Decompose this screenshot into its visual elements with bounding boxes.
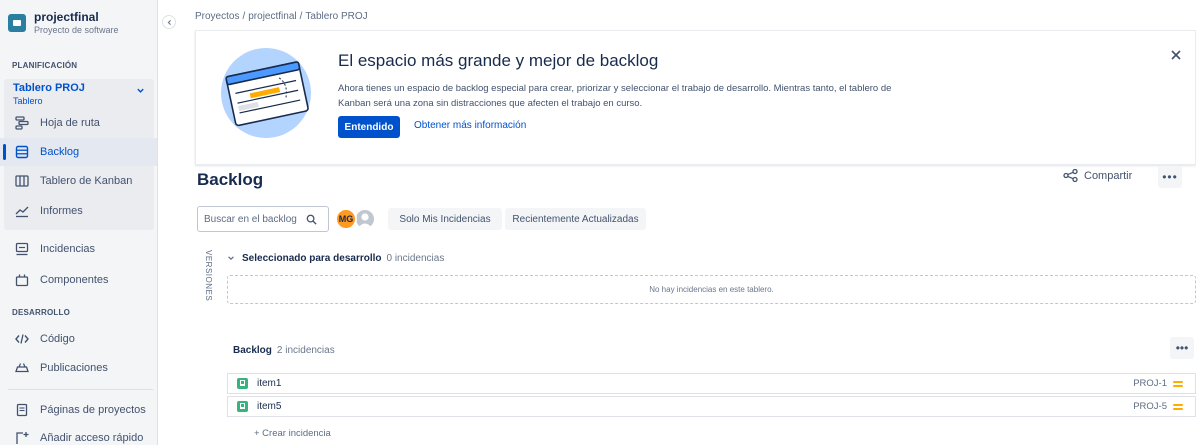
issue-key[interactable]: PROJ-5	[1133, 401, 1167, 412]
search-input[interactable]	[204, 213, 306, 225]
got-it-button[interactable]: Entendido	[338, 116, 400, 138]
sidebar-item-reports[interactable]: Informes	[0, 197, 157, 225]
page-title: Backlog	[197, 170, 264, 189]
table-row[interactable]: item5 PROJ-5	[227, 396, 1196, 417]
sidebar-item-label: Páginas de proyectos	[40, 404, 146, 416]
sidebar-item-label: Añadir acceso rápido	[40, 432, 144, 444]
sidebar-item-label: Publicaciones	[40, 362, 108, 374]
project-avatar-icon	[8, 14, 26, 32]
sidebar-item-project-pages[interactable]: Páginas de proyectos	[0, 396, 157, 424]
page-icon	[14, 402, 30, 418]
sidebar-item-label: Tablero de Kanban	[40, 175, 133, 187]
versions-panel-tab[interactable]: VERSIONES	[199, 250, 213, 310]
chevron-left-icon[interactable]	[162, 15, 176, 29]
board-selector[interactable]: Tablero PROJ Tablero	[4, 79, 154, 109]
releases-icon	[14, 360, 30, 376]
sidebar-item-label: Hoja de ruta	[40, 117, 100, 129]
backlog-more-button[interactable]: •••	[1170, 337, 1194, 359]
create-issue-button[interactable]: + Crear incidencia	[254, 428, 331, 439]
project-header[interactable]: projectfinal Proyecto de software	[8, 10, 153, 46]
board-subtitle: Tablero	[13, 96, 43, 106]
sidebar-item-add-shortcut[interactable]: Añadir acceso rápido	[0, 424, 157, 445]
issue-key[interactable]: PROJ-1	[1133, 378, 1167, 389]
issue-summary: item1	[257, 378, 282, 389]
story-icon	[237, 378, 248, 389]
kanban-icon	[14, 173, 30, 189]
learn-more-link[interactable]: Obtener más información	[414, 120, 526, 131]
recently-updated-filter[interactable]: Recientemente Actualizadas	[505, 208, 646, 230]
section-title: Seleccionado para desarrollo	[242, 253, 382, 264]
sidebar-item-components[interactable]: Componentes	[0, 266, 157, 294]
banner-title: El espacio más grande y mejor de backlog	[338, 51, 659, 70]
breadcrumb: Proyectos / projectfinal / Tablero PROJ	[195, 11, 368, 22]
sidebar-item-issues[interactable]: Incidencias	[0, 235, 157, 263]
only-my-issues-filter[interactable]: Solo Mis Incidencias	[388, 208, 502, 230]
sidebar-item-label: Informes	[40, 205, 83, 217]
share-label: Compartir	[1084, 169, 1133, 182]
components-icon	[14, 272, 30, 288]
planning-section-label: PLANIFICACIÓN	[12, 61, 78, 70]
sidebar-item-backlog[interactable]: Backlog	[0, 138, 157, 166]
banner-text: Ahora tienes un espacio de backlog espec…	[338, 83, 892, 109]
roadmap-icon	[14, 115, 30, 131]
table-row[interactable]: item1 PROJ-1	[227, 373, 1196, 394]
project-type: Proyecto de software	[34, 25, 119, 35]
chevron-down-icon	[136, 86, 145, 97]
breadcrumb-board[interactable]: Tablero PROJ	[305, 11, 367, 22]
breadcrumb-project[interactable]: projectfinal	[248, 11, 296, 22]
backlog-illustration-icon	[221, 48, 311, 138]
selected-for-development-header[interactable]: Seleccionado para desarrollo 0 incidenci…	[227, 253, 444, 264]
backlog-section-header: Backlog 2 incidencias	[233, 345, 335, 356]
sidebar-item-code[interactable]: Código	[0, 325, 157, 353]
section-title: Backlog	[233, 345, 272, 356]
board-name: Tablero PROJ	[13, 82, 85, 94]
add-shortcut-icon	[14, 430, 30, 445]
sidebar-item-label: Código	[40, 333, 75, 345]
story-icon	[237, 401, 248, 412]
sidebar-divider	[8, 389, 153, 390]
close-icon[interactable]	[1171, 47, 1181, 63]
avatar[interactable]: MG	[335, 208, 357, 230]
sidebar: projectfinal Proyecto de software PLANIF…	[0, 0, 158, 445]
dev-section-label: DESARROLLO	[12, 308, 70, 317]
empty-dropzone: No hay incidencias en este tablero.	[227, 275, 1196, 304]
issue-count: 0 incidencias	[386, 253, 445, 264]
active-indicator	[3, 144, 6, 160]
backlog-announcement-banner: El espacio más grande y mejor de backlog…	[195, 30, 1196, 165]
issue-summary: item5	[257, 401, 282, 412]
more-actions-button[interactable]: •••	[1158, 166, 1182, 188]
sidebar-item-roadmap[interactable]: Hoja de ruta	[0, 109, 157, 137]
backlog-search-box[interactable]	[197, 206, 329, 232]
sidebar-item-label: Componentes	[40, 274, 109, 286]
backlog-icon	[14, 144, 30, 160]
code-icon	[14, 331, 30, 347]
priority-medium-icon	[1173, 403, 1183, 411]
search-icon	[306, 214, 317, 225]
sidebar-item-label: Incidencias	[40, 243, 96, 255]
issue-count: 2 incidencias	[276, 345, 335, 356]
sidebar-item-label: Backlog	[40, 146, 80, 158]
chevron-down-icon	[227, 254, 235, 264]
breadcrumb-projects[interactable]: Proyectos	[195, 11, 239, 22]
share-icon	[1063, 169, 1078, 182]
priority-medium-icon	[1173, 380, 1183, 388]
sidebar-item-kanban[interactable]: Tablero de Kanban	[0, 167, 157, 195]
issues-icon	[14, 241, 30, 257]
share-button[interactable]: Compartir	[1063, 169, 1132, 182]
project-name: projectfinal	[34, 10, 99, 24]
sidebar-item-releases[interactable]: Publicaciones	[0, 354, 157, 382]
user-avatar-icon[interactable]	[354, 208, 376, 230]
reports-icon	[14, 203, 30, 219]
